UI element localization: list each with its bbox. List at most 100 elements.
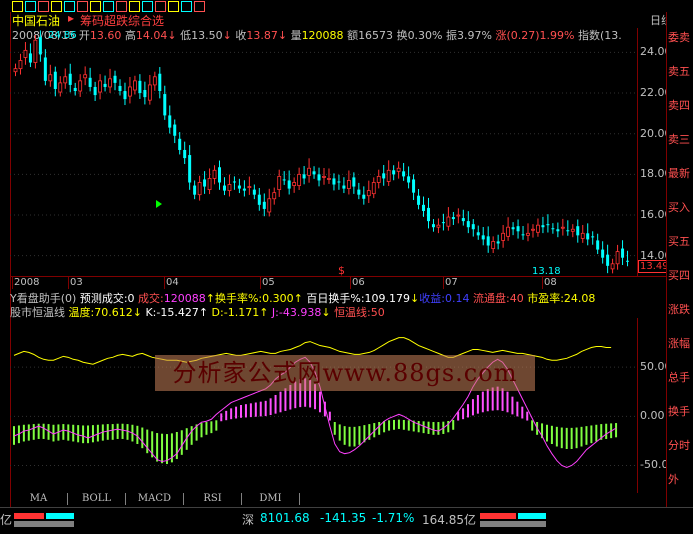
status-pct: -1.71% [372, 511, 415, 525]
tab-macd[interactable]: MACD [126, 493, 184, 505]
candle-body [531, 228, 535, 231]
ruler-icon[interactable] [116, 1, 127, 12]
candle-body [143, 90, 147, 98]
candle-body [511, 227, 515, 230]
candle-body [586, 233, 590, 240]
candle-body [108, 78, 112, 88]
candle-body [222, 185, 226, 191]
indicator1-line[interactable]: Y看盘助手(0) 预测成交:0 成交:120088↑换手率%:0.300↑ 百日… [10, 290, 666, 305]
right-panel-item[interactable]: 买四 [668, 270, 692, 282]
right-panel-item[interactable]: 买入 [668, 202, 692, 214]
date-tick-label: 03 [70, 277, 83, 288]
close-icon[interactable] [194, 1, 205, 12]
candle-body [73, 87, 77, 92]
candle-body [43, 57, 47, 81]
date-tick-label: 07 [445, 277, 458, 288]
right-panel-item[interactable]: 委卖 [668, 32, 692, 44]
candle-body [163, 94, 167, 116]
candle-body [23, 49, 28, 58]
candle-body [197, 182, 202, 196]
right-panel-item[interactable]: 涨幅 [668, 338, 692, 350]
candle-body [610, 263, 615, 270]
candle-body [272, 192, 277, 200]
date-separator [260, 277, 261, 289]
tab-dmi[interactable]: DMI [242, 493, 300, 505]
right-panel-item[interactable]: 卖四 [668, 100, 692, 112]
right-panel-item[interactable]: 涨跌 [668, 304, 692, 316]
candle-body [267, 198, 272, 213]
right-panel-item[interactable]: 外 [668, 474, 692, 486]
osc-tick-label: 0.00 [640, 409, 665, 423]
zoom-out-icon[interactable] [77, 1, 88, 12]
candle-body [357, 189, 361, 195]
right-panel-item[interactable]: 总手 [668, 372, 692, 384]
candle-body [247, 186, 252, 188]
date-separator [68, 277, 69, 289]
candle-body [88, 77, 92, 87]
candle-body [446, 216, 451, 227]
hand-icon[interactable] [90, 1, 101, 12]
candle-body [287, 180, 291, 189]
status-change: -141.35 [320, 511, 367, 525]
grid-icon[interactable] [129, 1, 140, 12]
candle-body [621, 248, 625, 258]
tab-boll[interactable]: BOLL [68, 493, 126, 505]
candle-body [13, 68, 18, 73]
oscillator-chart[interactable] [10, 318, 637, 493]
date-separator [12, 277, 13, 289]
candle-body [436, 224, 441, 228]
candle-body [576, 226, 580, 236]
info-icon[interactable] [181, 1, 192, 12]
candle-body [451, 217, 455, 220]
indicator2-line[interactable]: 股市恒温线 温度:70.612↓ K:-15.427↑ D:-1.171↑ J:… [10, 304, 666, 319]
tab-rsi[interactable]: RSI [184, 493, 242, 505]
signal-marker: $ [338, 264, 345, 276]
right-panel-item[interactable]: 卖五 [668, 66, 692, 78]
status-bar-cyan [46, 513, 74, 519]
candle-body [242, 188, 246, 191]
date-separator [443, 277, 444, 289]
right-panel-item[interactable]: 换手 [668, 406, 692, 418]
print-icon[interactable] [168, 1, 179, 12]
candle-body [78, 80, 83, 92]
candle-body [496, 241, 500, 244]
status-bar-red-2 [480, 513, 516, 519]
candle-body [152, 76, 157, 86]
candle-body [596, 240, 600, 250]
candle-body [506, 226, 511, 237]
candle-body [466, 221, 470, 228]
right-quote-panel[interactable]: 委卖卖五卖四卖三最新买入买五买四涨跌涨幅总手换手分时外 [666, 12, 693, 507]
candle-body [491, 241, 496, 249]
candle-body [327, 178, 331, 180]
pen-icon[interactable] [103, 1, 114, 12]
candle-body [526, 232, 530, 236]
candle-body [376, 175, 381, 183]
forward-icon[interactable] [25, 1, 36, 12]
candle-body [371, 182, 376, 195]
price-chart[interactable]: 24.86 13.18 $ [10, 28, 637, 276]
candle-body [53, 71, 57, 89]
status-index-value: 8101.68 [260, 511, 310, 525]
candle-body [232, 181, 236, 183]
candle-body [103, 83, 107, 87]
candle-body [18, 60, 23, 70]
back-icon[interactable] [12, 1, 23, 12]
right-panel-item[interactable]: 卖三 [668, 134, 692, 146]
candle-body [33, 39, 38, 63]
candle-body [158, 73, 162, 92]
right-panel-item[interactable]: 分时 [668, 440, 692, 452]
candle-body [193, 185, 197, 195]
candle-body [147, 84, 152, 101]
right-panel-item[interactable]: 买五 [668, 236, 692, 248]
candle-body [292, 182, 297, 186]
right-panel-item[interactable]: 最新 [668, 168, 692, 180]
crosshair-icon[interactable] [155, 1, 166, 12]
candle-body [83, 74, 88, 79]
bar-chart-icon[interactable] [38, 1, 49, 12]
candle-body [422, 204, 426, 211]
tab-ma[interactable]: MA [10, 493, 68, 505]
candle-body [257, 194, 261, 205]
flag-icon[interactable] [142, 1, 153, 12]
watermark: 分析家公式网www.88gs.com [155, 355, 535, 391]
line-icon[interactable] [51, 1, 62, 12]
